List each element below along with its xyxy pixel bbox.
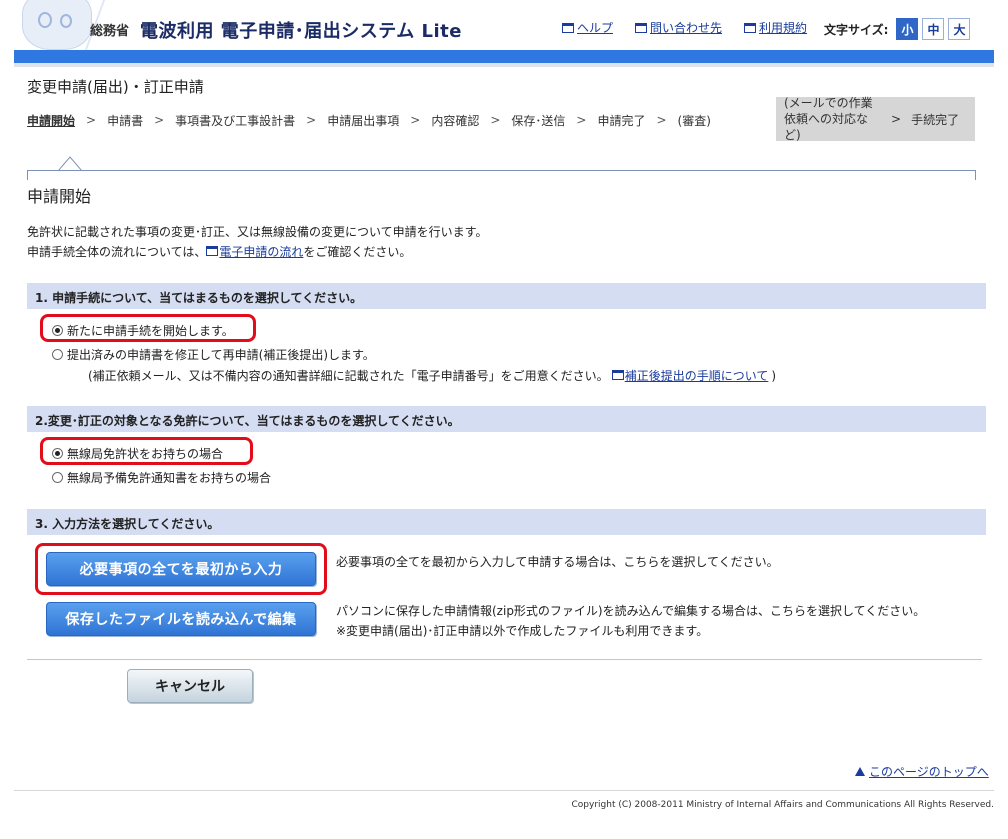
contact-link[interactable]: 問い合わせ先 <box>635 19 722 36</box>
step-separator: > <box>86 113 97 127</box>
question-3-bar: 3. 入力方法を選択してください。 <box>27 509 986 535</box>
window-icon <box>611 370 624 380</box>
step-confirm: 内容確認 <box>431 113 480 128</box>
font-size-selector: 文字サイズ: 小 中 大 <box>824 18 971 40</box>
step-design: 事項書及び工事設計書 <box>175 113 296 128</box>
header-links: ヘルプ 問い合わせ先 利用規約 <box>562 19 807 36</box>
step-separator: > <box>656 113 667 127</box>
radio-button[interactable] <box>52 448 63 459</box>
help-link[interactable]: ヘルプ <box>562 19 613 36</box>
radio-button[interactable] <box>52 349 63 360</box>
progress-steps: 申請開始 > 申請書 > 事項書及び工事設計書 > 申請届出事項 > 内容確認 … <box>27 96 975 143</box>
flow-link[interactable]: 電子申請の流れ <box>206 245 303 259</box>
window-icon <box>744 22 757 33</box>
q2-option-license[interactable]: 無線局免許状をお持ちの場合 <box>52 445 223 462</box>
q1-option-new[interactable]: 新たに申請手続を開始します。 <box>52 322 234 339</box>
font-size-large-button[interactable]: 大 <box>948 18 971 40</box>
steps-post-box: (メールでの作業依頼への対応など) > 手続完了 <box>776 96 975 142</box>
font-size-medium-button[interactable]: 中 <box>922 18 945 40</box>
question-1-bar: 1. 申請手続について、当てはまるものを選択してください。 <box>27 283 986 309</box>
question-2-bar: 2.変更･訂正の対象となる免許について、当てはまるものを選択してください。 <box>27 406 986 432</box>
step-separator: > <box>410 113 421 127</box>
step-separator: > <box>306 113 317 127</box>
radio-button[interactable] <box>52 472 63 483</box>
input-from-start-description: 必要事項の全てを最初から入力して申請する場合は、こちらを選択してください。 <box>336 555 779 569</box>
system-title: 電波利用 電子申請･届出システム Lite <box>140 21 462 42</box>
step-mail-response: (メールでの作業依頼への対応など) <box>784 96 873 142</box>
page-top-link[interactable]: このページのトップへ <box>855 763 989 780</box>
step-items: 申請届出事項 <box>327 113 400 128</box>
radio-button[interactable] <box>52 325 63 336</box>
font-size-small-button[interactable]: 小 <box>896 18 919 40</box>
header: 総務省 電波利用 電子申請･届出システム Lite ヘルプ 問い合わせ先 利用規… <box>14 0 994 52</box>
font-size-label: 文字サイズ: <box>824 22 889 37</box>
intro-text: 免許状に記載された事項の変更･訂正、又は無線設備の変更について申請を行います。 … <box>27 225 488 259</box>
load-saved-file-button[interactable]: 保存したファイルを読み込んで編集 <box>46 602 316 636</box>
header-accent-bar <box>14 50 994 63</box>
divider <box>27 659 982 660</box>
q1-note: (補正依頼メール、又は不備内容の通知書詳細に記載された「電子申請番号」をご用意く… <box>88 367 777 384</box>
window-icon <box>206 246 219 256</box>
resubmit-procedure-link[interactable]: 補正後提出の手順について <box>611 367 768 384</box>
step-separator: > <box>490 113 501 127</box>
step-complete: 申請完了 <box>597 113 646 128</box>
cancel-button[interactable]: キャンセル <box>127 669 253 703</box>
section-heading: 申請開始 <box>27 187 92 206</box>
step-separator: > <box>576 113 587 127</box>
window-icon <box>635 22 648 33</box>
header-sub-bar <box>14 63 994 67</box>
step-start: 申請開始 <box>27 113 76 128</box>
step-finished: 手続完了 <box>911 112 960 127</box>
triangle-up-icon <box>855 767 865 776</box>
input-from-start-button[interactable]: 必要事項の全てを最初から入力 <box>46 552 316 586</box>
step-separator: > <box>154 113 165 127</box>
copyright: Copyright (C) 2008-2011 Ministry of Inte… <box>571 800 995 810</box>
step-separator: > <box>891 112 902 126</box>
current-step-pointer <box>58 156 82 171</box>
q1-option-resubmit[interactable]: 提出済みの申請書を修正して再申請(補正後提出)します。 <box>52 346 375 363</box>
step-save-send: 保存･送信 <box>511 113 566 128</box>
footer-divider <box>14 790 994 791</box>
q2-option-preliminary[interactable]: 無線局予備免許通知書をお持ちの場合 <box>52 469 271 486</box>
terms-link[interactable]: 利用規約 <box>744 19 807 36</box>
ministry-label: 総務省 <box>90 24 130 39</box>
load-saved-file-description: パソコンに保存した申請情報(zip形式のファイル)を読み込んで編集する場合は、こ… <box>336 604 926 638</box>
section-frame <box>27 170 976 180</box>
step-application: 申請書 <box>107 113 144 128</box>
window-icon <box>562 22 574 33</box>
page-title: 変更申請(届出)・訂正申請 <box>27 78 204 96</box>
step-review: (審査) <box>677 113 711 128</box>
